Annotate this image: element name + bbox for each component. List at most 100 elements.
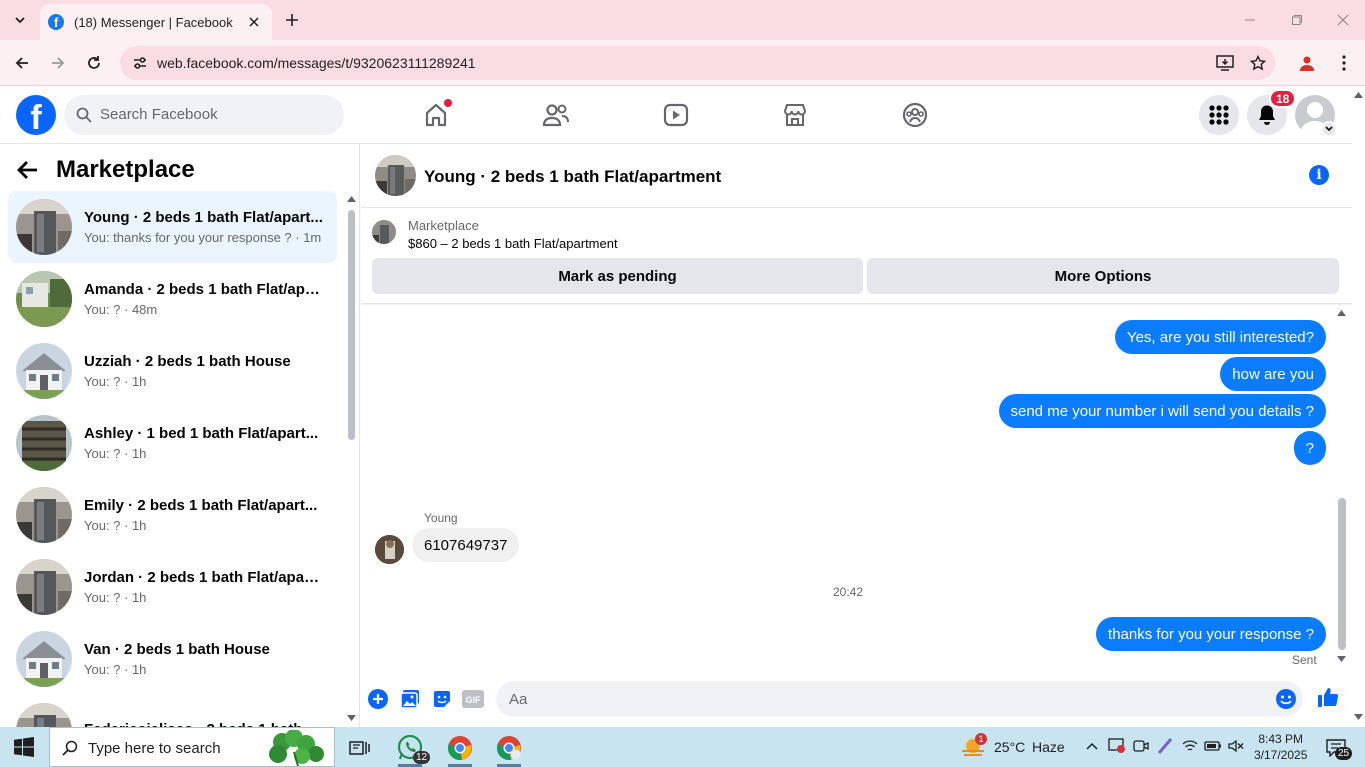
task-view-button[interactable]	[347, 735, 373, 761]
conversation-text: Jordan · 2 beds 1 bath Flat/apart... You:…	[84, 569, 324, 605]
conversation-item[interactable]: Jordan · 2 beds 1 bath Flat/apart... You:…	[8, 551, 337, 623]
install-app-button[interactable]	[1216, 54, 1234, 72]
sticker-icon	[434, 691, 450, 707]
house-thumbnail-icon	[16, 343, 72, 399]
outgoing-message[interactable]: send me your number i will send you deta…	[998, 394, 1326, 428]
chat-scrollbar[interactable]	[1338, 498, 1346, 650]
listing-thumbnail[interactable]	[372, 220, 396, 244]
browser-tab[interactable]: f (18) Messenger | Facebook	[40, 4, 272, 40]
tab-search-button[interactable]	[6, 7, 34, 33]
wifi-icon[interactable]	[1182, 739, 1198, 753]
browser-menu-button[interactable]	[1332, 51, 1356, 75]
outgoing-message[interactable]: Yes, are you still interested?	[1114, 320, 1326, 354]
weather-widget-icon[interactable]: 1	[960, 733, 987, 761]
marketplace-conversation-list: Marketplace Young · 2 beds 1 bath Flat/a…	[0, 144, 360, 727]
scroll-down-icon[interactable]	[347, 715, 356, 721]
svg-text:GIF: GIF	[466, 695, 482, 705]
site-settings-icon[interactable]	[132, 55, 148, 71]
nav-marketplace[interactable]	[779, 99, 811, 131]
conversation-text: Young · 2 beds 1 bath Flat/apart... You: …	[84, 209, 324, 245]
conversation-item[interactable]: Emily · 2 beds 1 bath Flat/apart... You: …	[8, 479, 337, 551]
scroll-down-icon[interactable]	[1354, 714, 1363, 720]
conversation-info-icon[interactable]: i	[1309, 165, 1329, 185]
search-icon	[62, 740, 78, 756]
weather-temp[interactable]: 25°C	[994, 739, 1025, 755]
start-button[interactable]	[11, 734, 37, 760]
forward-button[interactable]	[46, 51, 70, 75]
mark-as-pending-button[interactable]: Mark as pending	[372, 258, 863, 294]
chat-title[interactable]: Young · 2 beds 1 bath Flat/apartment	[424, 167, 721, 187]
attach-photo-button[interactable]	[399, 688, 421, 710]
url-text[interactable]: web.facebook.com/messages/t/932062311128…	[157, 55, 476, 71]
nav-friends[interactable]	[540, 99, 572, 131]
conversation-text: Emily · 2 beds 1 bath Flat/apart... You: …	[84, 497, 324, 533]
account-menu-chevron[interactable]	[1321, 121, 1337, 137]
taskbar-clock[interactable]: 8:43 PM 3/17/2025	[1254, 731, 1307, 763]
tab-close-button[interactable]	[244, 12, 264, 32]
pen-icon[interactable]	[1157, 737, 1173, 755]
back-button[interactable]	[10, 51, 34, 75]
conversation-item[interactable]: Young · 2 beds 1 bath Flat/apart... You: …	[8, 191, 337, 263]
sidebar-scrollbar[interactable]	[348, 210, 355, 440]
conversation-item[interactable]: Amanda · 2 beds 1 bath Flat/apa... You: ?…	[8, 263, 337, 335]
close-window-button[interactable]	[1331, 8, 1355, 32]
windows-logo-icon	[14, 737, 34, 757]
restore-button[interactable]	[1285, 8, 1309, 32]
arrow-right-icon	[52, 57, 65, 69]
battery-icon[interactable]	[1204, 739, 1222, 753]
sender-avatar[interactable]	[375, 535, 404, 564]
new-tab-button[interactable]	[281, 9, 303, 31]
menu-button[interactable]	[1199, 95, 1239, 135]
minimize-button[interactable]	[1238, 8, 1262, 32]
plus-circle-icon	[368, 689, 388, 709]
sticker-button[interactable]	[431, 688, 453, 710]
listing-price[interactable]: $860 – 2 beds 1 bath Flat/apartment	[408, 236, 618, 251]
gif-button[interactable]: GIF	[462, 688, 484, 710]
bookmark-star-button[interactable]	[1249, 54, 1267, 72]
conversation-preview: You: ? · 1h	[84, 590, 147, 605]
address-bar-row: web.facebook.com/messages/t/932062311128…	[0, 40, 1365, 86]
facebook-logo-icon[interactable]: f	[16, 95, 56, 135]
sender-name: Young	[424, 511, 458, 525]
chrome-profile-taskbar-button[interactable]	[496, 735, 522, 761]
weather-desc[interactable]: Haze	[1032, 739, 1065, 755]
conversation-item[interactable]: Uzziah · 2 beds 1 bath House You: ? · 1h	[8, 335, 337, 407]
camera-icon[interactable]	[1133, 739, 1149, 753]
conversation-item[interactable]: Van · 2 beds 1 bath House You: ? · 1h	[8, 623, 337, 695]
conversation-item[interactable]: Federicojalisco · 2 beds 1 bath Fl...	[8, 695, 337, 727]
volume-muted-icon[interactable]	[1228, 739, 1244, 753]
nav-video[interactable]	[660, 99, 692, 131]
notification-center-button[interactable]: 25	[1323, 735, 1353, 761]
nav-groups[interactable]	[899, 99, 931, 131]
whatsapp-taskbar-button[interactable]: 12	[397, 735, 431, 764]
outgoing-message[interactable]: ?	[1293, 431, 1326, 465]
outgoing-message[interactable]: thanks for you your response ?	[1096, 617, 1326, 651]
more-actions-button[interactable]	[367, 688, 389, 710]
chevron-up-icon[interactable]	[1086, 742, 1098, 750]
scroll-down-icon[interactable]	[1337, 656, 1346, 662]
nav-home[interactable]	[420, 99, 452, 131]
emoji-icon[interactable]	[1275, 688, 1297, 710]
chrome-icon	[448, 736, 472, 760]
back-arrow-icon[interactable]	[16, 158, 40, 182]
scroll-up-icon[interactable]	[347, 196, 356, 202]
taskbar-search[interactable]: Type here to search	[49, 727, 335, 767]
conversation-item[interactable]: Ashley · 1 bed 1 bath Flat/apart... You: …	[8, 407, 337, 479]
incoming-message[interactable]: 6107649737	[412, 528, 520, 562]
message-input[interactable]: Aa	[496, 681, 1303, 717]
profile-button[interactable]	[1295, 51, 1319, 75]
reload-button[interactable]	[82, 51, 106, 75]
facebook-search-input[interactable]: Search Facebook	[64, 95, 344, 135]
screen-record-icon[interactable]	[1108, 738, 1126, 754]
page-scrollbar[interactable]	[1352, 87, 1365, 727]
clock-date: 3/17/2025	[1254, 748, 1308, 762]
like-button[interactable]	[1317, 686, 1339, 708]
scroll-up-icon[interactable]	[1337, 310, 1346, 316]
more-options-button[interactable]: More Options	[867, 258, 1339, 294]
scroll-up-icon[interactable]	[1354, 92, 1363, 98]
outgoing-message[interactable]: how are you	[1220, 357, 1326, 391]
omnibox[interactable]: web.facebook.com/messages/t/932062311128…	[120, 46, 1275, 80]
chat-avatar[interactable]	[375, 155, 416, 196]
chat-header: Young · 2 beds 1 bath Flat/apartment i	[361, 144, 1365, 208]
chrome-taskbar-button[interactable]	[447, 735, 473, 761]
